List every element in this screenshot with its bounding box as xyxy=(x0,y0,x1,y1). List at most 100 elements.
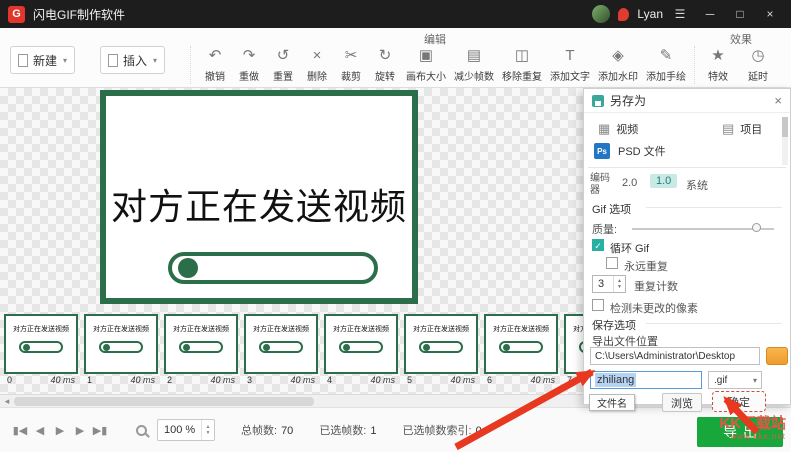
tool-redo[interactable]: ↷ 重做 xyxy=(232,47,266,87)
selected-index-label: 已选帧数索引: xyxy=(403,425,472,437)
chevron-down-icon: ▾ xyxy=(63,56,67,65)
format-label: 项目 xyxy=(740,121,762,137)
zoom-control[interactable]: 100 % ▲ ▼ xyxy=(157,419,215,441)
repeat-forever-label[interactable]: 永远重复 xyxy=(624,258,668,274)
stepper-down-icon[interactable]: ▼ xyxy=(206,430,211,436)
tool-label: 特效 xyxy=(708,68,728,83)
tool-canvas-size[interactable]: ▣ 画布大小 xyxy=(402,47,450,87)
tool-remove-duplicates[interactable]: ◫ 移除重复 xyxy=(498,47,546,87)
play-button[interactable]: ▶ xyxy=(50,424,70,437)
first-frame-button[interactable]: ▮◀ xyxy=(10,424,30,437)
insert-button-label: 插入 xyxy=(123,52,147,69)
menu-icon[interactable]: ☰ xyxy=(667,7,693,21)
reset-icon: ↺ xyxy=(277,47,290,65)
spinner-arrows[interactable]: ▲ ▼ xyxy=(613,276,625,292)
tool-delete[interactable]: × 删除 xyxy=(300,47,334,87)
zoom-value[interactable]: 100 % xyxy=(158,420,201,440)
tool-crop[interactable]: ✂ 裁剪 xyxy=(334,47,368,87)
chevron-down-icon: ▾ xyxy=(753,376,761,385)
repeat-count-spinner[interactable]: 3 ▲ ▼ xyxy=(592,275,626,293)
scrollbar-thumb[interactable] xyxy=(782,117,788,137)
canvas-size-icon: ▣ xyxy=(419,47,433,65)
frame-thumbnail: 对方正在发送视频 xyxy=(84,314,158,374)
maximize-button[interactable]: □ xyxy=(727,7,753,21)
tool-reduce-frames[interactable]: ▤ 减少帧数 xyxy=(450,47,498,87)
format-option-video[interactable]: ▦ 视频 xyxy=(598,121,638,137)
stepper-down-icon[interactable]: ▼ xyxy=(617,284,622,290)
browse-button[interactable]: 浏览 xyxy=(662,393,702,412)
tool-add-drawing[interactable]: ✎ 添加手绘 xyxy=(642,47,690,87)
timeline-frame-5[interactable]: 对方正在发送视频 540 ms xyxy=(404,314,478,386)
rotate-icon: ↻ xyxy=(379,47,392,65)
next-frame-button[interactable]: ▶ xyxy=(70,424,90,437)
tool-add-watermark[interactable]: ◈ 添加水印 xyxy=(594,47,642,87)
scrollbar-thumb[interactable] xyxy=(14,397,314,406)
delay-icon: ◷ xyxy=(751,47,764,65)
timeline-frame-3[interactable]: 对方正在发送视频 340 ms xyxy=(244,314,318,386)
timeline-frame-6[interactable]: 对方正在发送视频 640 ms xyxy=(484,314,558,386)
encoder-option-system[interactable]: 系统 xyxy=(686,177,708,193)
tool-undo[interactable]: ↶ 撤销 xyxy=(198,47,232,87)
format-option-psd[interactable]: Ps PSD 文件 xyxy=(594,143,666,159)
prev-frame-button[interactable]: ◀ xyxy=(30,424,50,437)
tool-add-text[interactable]: T 添加文字 xyxy=(546,47,594,87)
tool-label: 延时 xyxy=(748,68,768,83)
extension-select[interactable]: .gif ▾ xyxy=(708,371,762,389)
repeat-count-value[interactable]: 3 xyxy=(593,276,613,292)
minimize-button[interactable]: ─ xyxy=(697,7,723,21)
username[interactable]: Lyan xyxy=(637,7,663,21)
tool-effects[interactable]: ★ 特效 xyxy=(700,47,736,87)
thumb-dot xyxy=(23,344,30,351)
timeline-frame-1[interactable]: 对方正在发送视频 140 ms xyxy=(84,314,158,386)
tool-label: 添加水印 xyxy=(598,68,638,83)
quality-slider-handle[interactable] xyxy=(752,223,761,232)
repeat-forever-checkbox[interactable] xyxy=(606,257,618,269)
save-options-header: 保存选项 xyxy=(592,317,636,333)
encoder-option-1-selected[interactable]: 1.0 xyxy=(650,174,677,188)
insert-button[interactable]: 插入 ▾ xyxy=(100,46,165,74)
ok-button[interactable]: 确定 xyxy=(712,391,766,412)
detect-pixels-label[interactable]: 检测未更改的像素 xyxy=(610,300,698,316)
tool-label: 重置 xyxy=(273,68,293,83)
export-path-input[interactable]: C:\Users\Administrator\Desktop xyxy=(590,347,760,365)
project-format-icon: ▤ xyxy=(722,121,734,137)
selected-index-value: 0 xyxy=(476,425,482,437)
thumb-dot xyxy=(343,344,350,351)
loop-gif-checkbox[interactable]: ✓ xyxy=(592,239,604,251)
tool-rotate[interactable]: ↻ 旋转 xyxy=(368,47,402,87)
remove-duplicates-icon: ◫ xyxy=(515,47,529,65)
loop-gif-label[interactable]: 循环 Gif xyxy=(610,240,649,256)
filename-selected-text: zhiliang xyxy=(595,373,636,387)
tool-reset[interactable]: ↺ 重置 xyxy=(266,47,300,87)
detect-pixels-checkbox[interactable] xyxy=(592,299,604,311)
user-avatar[interactable] xyxy=(592,5,610,23)
panel-close-icon[interactable]: × xyxy=(774,93,782,108)
preview-progress-dot xyxy=(178,258,198,278)
crop-icon: ✂ xyxy=(345,47,358,65)
close-button[interactable]: × xyxy=(757,7,783,21)
browse-folder-icon[interactable] xyxy=(766,347,788,365)
new-button[interactable]: 新建 ▾ xyxy=(10,46,75,74)
thumb-text: 对方正在发送视频 xyxy=(253,324,309,334)
frame-duration: 40 ms xyxy=(450,375,475,385)
edit-group-label: 编辑 xyxy=(424,31,446,47)
export-button[interactable]: 导出 xyxy=(697,417,783,447)
format-list-scrollbar[interactable] xyxy=(782,117,788,165)
encoder-label: 编码器 xyxy=(590,173,614,197)
thumb-progress xyxy=(99,341,143,353)
filename-input[interactable]: zhiliang xyxy=(590,371,702,389)
format-label: PSD 文件 xyxy=(618,143,666,159)
effects-group-label: 效果 xyxy=(730,31,752,47)
thumb-text: 对方正在发送视频 xyxy=(93,324,149,334)
reduce-frames-icon: ▤ xyxy=(467,47,481,65)
timeline-frame-2[interactable]: 对方正在发送视频 240 ms xyxy=(164,314,238,386)
tool-delay[interactable]: ◷ 延时 xyxy=(740,47,776,87)
zoom-stepper[interactable]: ▲ ▼ xyxy=(201,420,214,440)
encoder-option-2[interactable]: 2.0 xyxy=(622,177,637,189)
format-option-project[interactable]: ▤ 项目 xyxy=(722,121,762,137)
timeline-frame-0[interactable]: 对方正在发送视频 040 ms xyxy=(4,314,78,386)
trash-icon: × xyxy=(313,47,322,65)
timeline-frame-4[interactable]: 对方正在发送视频 440 ms xyxy=(324,314,398,386)
last-frame-button[interactable]: ▶▮ xyxy=(90,424,110,437)
frame-duration: 40 ms xyxy=(290,375,315,385)
